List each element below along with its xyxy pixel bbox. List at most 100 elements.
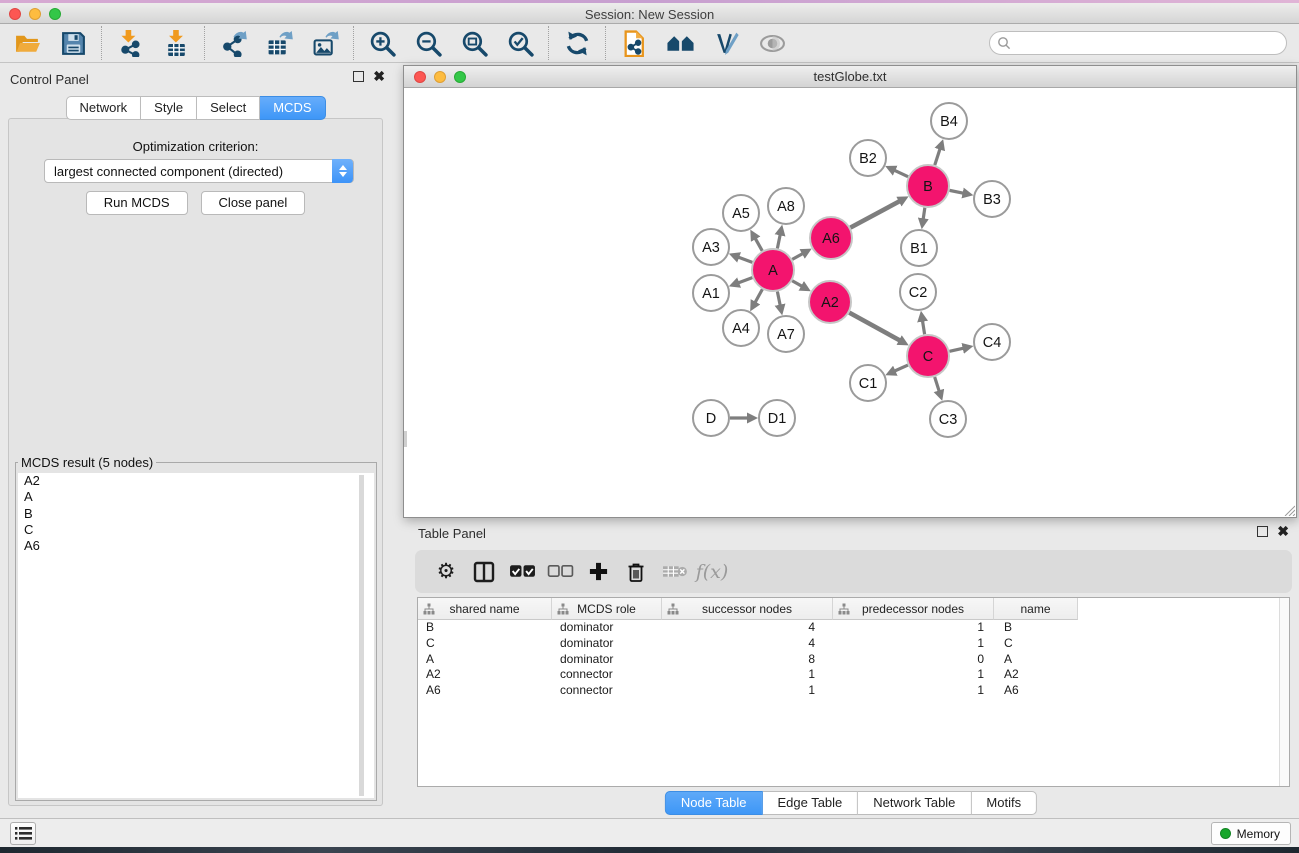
- delete-column-icon[interactable]: [617, 556, 655, 588]
- table-cell[interactable]: A: [418, 652, 552, 668]
- delete-table-icon[interactable]: [655, 556, 693, 588]
- table-cell[interactable]: 0: [833, 652, 994, 668]
- graph-node-A5[interactable]: A5: [723, 195, 759, 231]
- close-panel-icon[interactable]: ✖: [1277, 526, 1289, 537]
- column-header-successor-nodes[interactable]: successor nodes: [662, 598, 833, 620]
- table-row[interactable]: Bdominator41B: [418, 620, 1289, 636]
- unselect-all-columns-icon[interactable]: [541, 556, 579, 588]
- graph-edge-A-A6[interactable]: [792, 253, 804, 259]
- open-file-icon[interactable]: [12, 28, 42, 58]
- table-cell[interactable]: dominator: [552, 636, 662, 652]
- graph-edge-B-B3[interactable]: [950, 190, 965, 193]
- graph-edge-A-A4[interactable]: [755, 289, 763, 303]
- mcds-result-item[interactable]: A6: [18, 538, 374, 554]
- table-cell[interactable]: A6: [994, 683, 1078, 699]
- table-cell[interactable]: 1: [833, 620, 994, 636]
- table-row[interactable]: Adominator80A: [418, 652, 1289, 668]
- graph-edge-A-A2[interactable]: [792, 281, 803, 287]
- graph-edge-C-C3[interactable]: [935, 377, 940, 392]
- graph-edge-C-C1[interactable]: [894, 365, 908, 371]
- graph-node-A2[interactable]: A2: [809, 281, 851, 323]
- graph-node-A[interactable]: A: [752, 249, 794, 291]
- graph-node-A3[interactable]: A3: [693, 229, 729, 265]
- memory-button[interactable]: Memory: [1211, 822, 1291, 845]
- graph-edge-A-A5[interactable]: [755, 237, 763, 250]
- home-icon[interactable]: [665, 28, 695, 58]
- graph-edge-B-B4[interactable]: [935, 148, 941, 165]
- optimization-criterion-dropdown[interactable]: largest connected component (directed): [44, 159, 354, 183]
- graph-node-B3[interactable]: B3: [974, 181, 1010, 217]
- tab-select[interactable]: Select: [197, 96, 260, 120]
- graph-edge-A2-C[interactable]: [849, 313, 901, 341]
- export-image-icon[interactable]: [310, 28, 340, 58]
- table-cell[interactable]: A: [994, 652, 1078, 668]
- graph-node-C3[interactable]: C3: [930, 401, 966, 437]
- dropdown-stepper-icon[interactable]: [332, 159, 353, 183]
- list-scrollbar[interactable]: [359, 475, 364, 796]
- refresh-icon[interactable]: [562, 28, 592, 58]
- table-cell[interactable]: 4: [662, 620, 833, 636]
- table-options-icon[interactable]: ⚙: [427, 556, 465, 588]
- resize-grip-icon[interactable]: [1282, 503, 1295, 516]
- graph-edge-A6-B[interactable]: [850, 201, 900, 228]
- tab-motifs[interactable]: Motifs: [971, 791, 1037, 815]
- float-panel-icon[interactable]: [1257, 526, 1268, 537]
- run-mcds-button[interactable]: Run MCDS: [86, 191, 188, 215]
- graph-edge-B-B2[interactable]: [893, 170, 908, 177]
- table-cell[interactable]: dominator: [552, 620, 662, 636]
- column-header-shared-name[interactable]: shared name: [418, 598, 552, 620]
- zoom-out-icon[interactable]: [413, 28, 443, 58]
- task-history-button[interactable]: [10, 822, 36, 845]
- table-cell[interactable]: A6: [418, 683, 552, 699]
- column-header-name[interactable]: name: [994, 598, 1078, 620]
- tab-edge-table[interactable]: Edge Table: [762, 791, 858, 815]
- graph-node-C4[interactable]: C4: [974, 324, 1010, 360]
- table-cell[interactable]: connector: [552, 683, 662, 699]
- mcds-result-item[interactable]: A2: [18, 473, 374, 489]
- graph-node-B1[interactable]: B1: [901, 230, 937, 266]
- graph-node-B4[interactable]: B4: [931, 103, 967, 139]
- search-input[interactable]: [989, 31, 1287, 55]
- table-cell[interactable]: dominator: [552, 652, 662, 668]
- import-table-icon[interactable]: [161, 28, 191, 58]
- tab-node-table[interactable]: Node Table: [665, 791, 763, 815]
- graph-node-A7[interactable]: A7: [768, 316, 804, 352]
- table-cell[interactable]: 4: [662, 636, 833, 652]
- show-hide-graphics-icon[interactable]: [757, 28, 787, 58]
- graph-node-A1[interactable]: A1: [693, 275, 729, 311]
- zoom-selected-icon[interactable]: [505, 28, 535, 58]
- table-scrollbar[interactable]: [1279, 598, 1289, 786]
- graph-node-B[interactable]: B: [907, 165, 949, 207]
- mcds-result-item[interactable]: C: [18, 522, 374, 538]
- graph-node-D[interactable]: D: [693, 400, 729, 436]
- table-cell[interactable]: A2: [994, 667, 1078, 683]
- float-panel-icon[interactable]: [353, 71, 364, 82]
- table-cell[interactable]: C: [994, 636, 1078, 652]
- table-cell[interactable]: 8: [662, 652, 833, 668]
- mcds-result-item[interactable]: A: [18, 489, 374, 505]
- zoom-in-icon[interactable]: [367, 28, 397, 58]
- table-cell[interactable]: B: [418, 620, 552, 636]
- network-canvas[interactable]: AA1A2A3A4A5A6A7A8BB1B2B3B4CC1C2C3C4DD1: [404, 89, 1296, 517]
- zoom-fit-icon[interactable]: [459, 28, 489, 58]
- graph-node-B2[interactable]: B2: [850, 140, 886, 176]
- function-builder-icon[interactable]: f(x): [693, 556, 731, 588]
- add-column-icon[interactable]: [579, 556, 617, 588]
- table-row[interactable]: A2connector11A2: [418, 667, 1289, 683]
- graph-edge-A-A8[interactable]: [777, 233, 780, 248]
- mcds-result-item[interactable]: B: [18, 506, 374, 522]
- graph-edge-A-A7[interactable]: [777, 292, 780, 307]
- graph-edge-B-B1[interactable]: [923, 208, 925, 221]
- column-header-predecessor-nodes[interactable]: predecessor nodes: [833, 598, 994, 620]
- table-row[interactable]: Cdominator41C: [418, 636, 1289, 652]
- graph-node-A6[interactable]: A6: [810, 217, 852, 259]
- table-cell[interactable]: C: [418, 636, 552, 652]
- table-cell[interactable]: B: [994, 620, 1078, 636]
- close-panel-icon[interactable]: ✖: [373, 71, 385, 82]
- select-all-columns-icon[interactable]: [503, 556, 541, 588]
- table-row[interactable]: A6connector11A6: [418, 683, 1289, 699]
- export-table-icon[interactable]: [264, 28, 294, 58]
- split-column-icon[interactable]: [465, 556, 503, 588]
- tab-style[interactable]: Style: [141, 96, 197, 120]
- column-header-MCDS-role[interactable]: MCDS role: [552, 598, 662, 620]
